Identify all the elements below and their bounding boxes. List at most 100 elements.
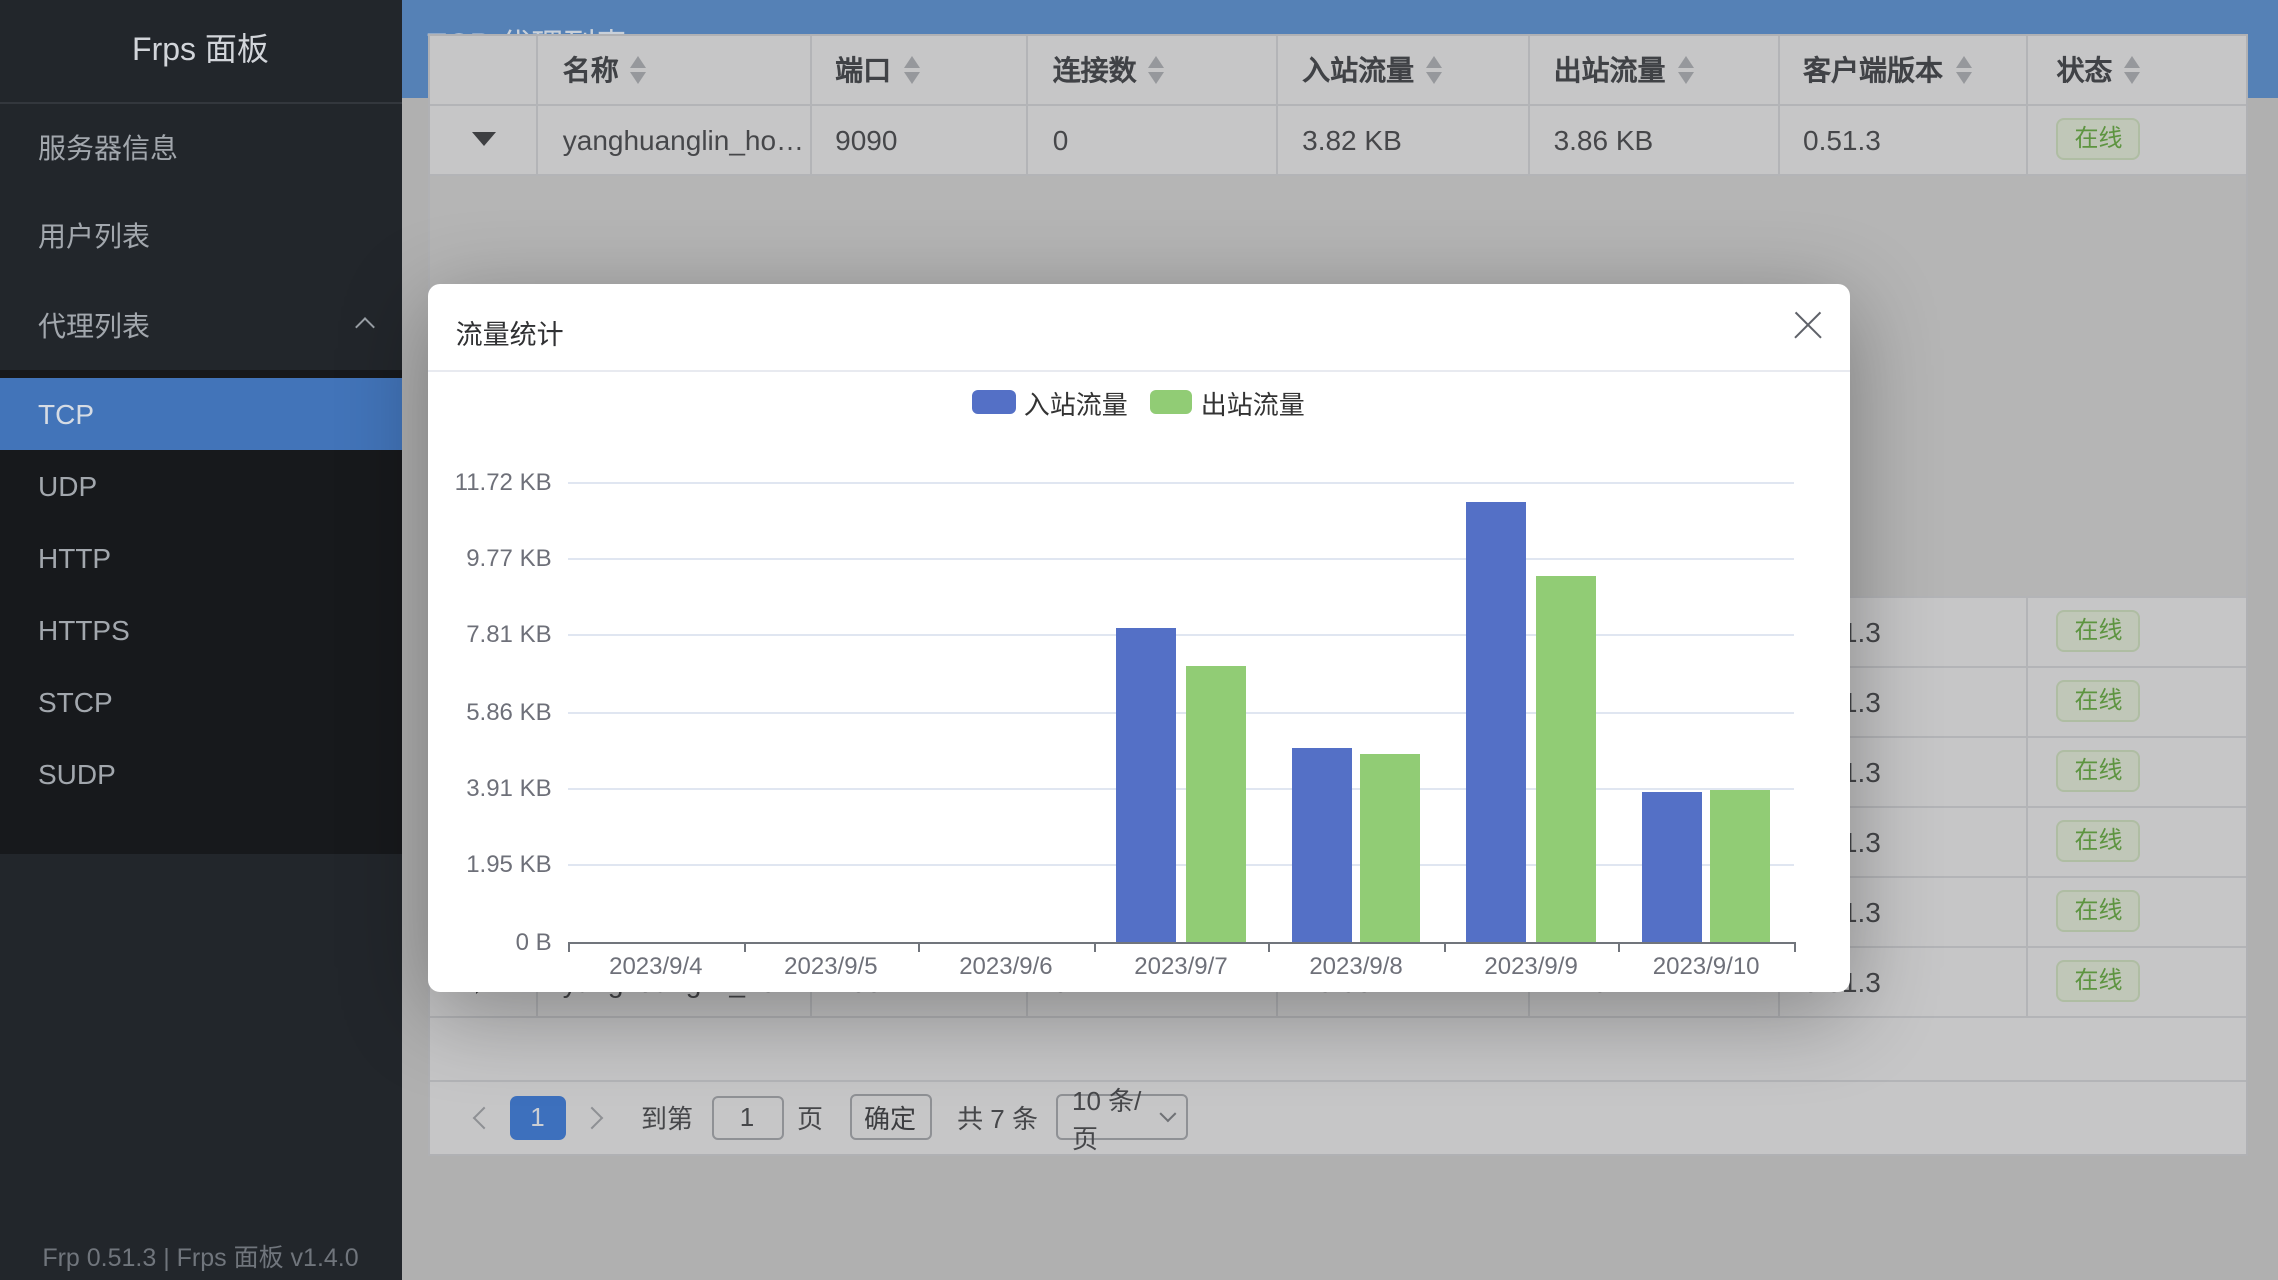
bar-出站流量-2023/9/8	[1360, 754, 1421, 942]
sidebar-item-http[interactable]: HTTP	[0, 522, 401, 594]
next-page-button[interactable]	[573, 1096, 617, 1140]
sidebar-item-label: 用户列表	[38, 220, 150, 252]
cell-status: 在线	[2028, 667, 2245, 735]
frps-dashboard: Frps 面板 服务器信息用户列表代理列表 TCPUDPHTTPHTTPSSTC…	[0, 0, 2278, 1280]
page-number-button[interactable]: 1	[510, 1096, 565, 1140]
cell-port: 9090	[811, 105, 1029, 174]
column-header-label: 客户端版本	[1803, 50, 1943, 90]
x-axis-label: 2023/9/10	[1619, 951, 1793, 979]
sort-caret-icon[interactable]	[1678, 55, 1694, 84]
table-row: yanghuanglin_ho…909003.82 KB3.86 KB0.51.…	[430, 105, 2245, 176]
sidebar-item-sudp[interactable]: SUDP	[0, 738, 401, 810]
confirm-button[interactable]: 确定	[849, 1095, 931, 1141]
column-header-label: 出站流量	[1554, 50, 1666, 90]
column-header-label: 状态	[2056, 50, 2112, 90]
sidebar-item-https[interactable]: HTTPS	[0, 594, 401, 666]
sidebar-item-stcp[interactable]: STCP	[0, 666, 401, 738]
cell-traffic-out: 3.86 KB	[1530, 105, 1779, 174]
sort-caret-icon[interactable]	[1955, 55, 1971, 84]
y-axis-label: 7.81 KB	[432, 623, 552, 647]
x-axis-line	[568, 942, 1795, 944]
status-badge: 在线	[2056, 750, 2140, 792]
y-gridline	[568, 558, 1793, 560]
status-badge: 在线	[2056, 680, 2140, 722]
bar-入站流量-2023/9/9	[1466, 502, 1527, 941]
table-header-row: 名称 端口 连接数 入站流量 出站流量 客户端版本 状态	[430, 36, 2245, 105]
column-header-label: 端口	[835, 50, 891, 90]
x-axis-label: 2023/9/7	[1094, 951, 1268, 979]
cell-name: yanghuanglin_ho…	[539, 105, 811, 174]
column-header-5[interactable]: 出站流量	[1530, 36, 1779, 103]
bar-出站流量-2023/9/10	[1710, 790, 1771, 942]
expand-cell	[430, 105, 539, 174]
cell-status: 在线	[2028, 737, 2245, 805]
expand-column-header	[430, 36, 539, 103]
y-axis-label: 9.77 KB	[432, 546, 552, 570]
sort-caret-icon[interactable]	[1149, 55, 1165, 84]
version-footer: Frp 0.51.3 | Frps 面板 v1.4.0	[0, 1236, 401, 1274]
x-axis-label: 2023/9/9	[1444, 951, 1618, 979]
sidebar-item-服务器信息[interactable]: 服务器信息	[0, 103, 401, 192]
x-axis-label: 2023/9/4	[569, 951, 743, 979]
sort-caret-icon[interactable]	[903, 55, 919, 84]
page-size-select[interactable]: 10 条/页	[1056, 1095, 1188, 1141]
column-header-6[interactable]: 客户端版本	[1779, 36, 2028, 103]
traffic-stats-dialog: 流量统计 入站流量出站流量 0 B1.95 KB3.91 KB5.86 KB7.…	[428, 283, 1850, 992]
y-axis-label: 1.95 KB	[432, 853, 552, 877]
sort-caret-icon[interactable]	[631, 55, 647, 84]
collapse-row-icon[interactable]	[471, 133, 495, 147]
bar-入站流量-2023/9/7	[1116, 628, 1177, 942]
cell-status: 在线	[2028, 877, 2245, 945]
column-header-4[interactable]: 入站流量	[1278, 36, 1529, 103]
column-header-3[interactable]: 连接数	[1029, 36, 1278, 103]
column-header-7[interactable]: 状态	[2028, 36, 2245, 103]
proxy-submenu: TCPUDPHTTPHTTPSSTCPSUDP	[0, 370, 401, 854]
status-badge: 在线	[2056, 961, 2140, 1003]
column-header-label: 连接数	[1053, 50, 1137, 90]
column-header-label: 名称	[563, 50, 619, 90]
y-gridline	[568, 481, 1793, 483]
sidebar-item-label: 代理列表	[38, 309, 150, 341]
sidebar-item-label: 服务器信息	[38, 131, 178, 163]
table-empty-space	[430, 1018, 2245, 1079]
y-gridline	[568, 865, 1793, 867]
chevron-up-icon	[354, 316, 374, 336]
sidebar-item-tcp[interactable]: TCP	[0, 378, 401, 450]
y-gridline	[568, 711, 1793, 713]
bar-出站流量-2023/9/7	[1185, 666, 1246, 942]
cell-traffic-in: 3.82 KB	[1278, 105, 1529, 174]
x-axis-label: 2023/9/6	[919, 951, 1093, 979]
cell-connections: 0	[1029, 105, 1278, 174]
column-header-label: 入站流量	[1302, 50, 1414, 90]
column-header-2[interactable]: 端口	[811, 36, 1029, 103]
x-axis-tick	[1794, 944, 1796, 953]
page-unit-label: 页	[797, 1099, 823, 1137]
sidebar-item-代理列表[interactable]: 代理列表	[0, 281, 401, 370]
goto-page-input[interactable]	[711, 1096, 783, 1140]
sort-caret-icon[interactable]	[2124, 55, 2140, 84]
status-badge: 在线	[2056, 610, 2140, 652]
bar-入站流量-2023/9/8	[1291, 748, 1352, 942]
bar-入站流量-2023/9/10	[1641, 791, 1702, 942]
status-badge: 在线	[2056, 119, 2140, 161]
prev-page-button[interactable]	[458, 1096, 502, 1140]
cell-status: 在线	[2028, 597, 2245, 665]
total-count-label: 共 7 条	[957, 1099, 1038, 1137]
sidebar-item-udp[interactable]: UDP	[0, 450, 401, 522]
y-axis-label: 5.86 KB	[432, 699, 552, 723]
sidebar: Frps 面板 服务器信息用户列表代理列表 TCPUDPHTTPHTTPSSTC…	[0, 0, 401, 1280]
status-badge: 在线	[2056, 820, 2140, 862]
cell-client-version: 0.51.3	[1779, 105, 2028, 174]
y-axis-label: 11.72 KB	[432, 469, 552, 493]
sidebar-item-用户列表[interactable]: 用户列表	[0, 192, 401, 281]
page-size-value: 10 条/页	[1072, 1080, 1163, 1156]
cell-status: 在线	[2028, 947, 2245, 1015]
y-axis-label: 3.91 KB	[432, 776, 552, 800]
status-badge: 在线	[2056, 890, 2140, 932]
chevron-left-icon	[472, 1106, 495, 1129]
chevron-right-icon	[581, 1106, 604, 1129]
cell-status: 在线	[2028, 105, 2245, 174]
column-header-1[interactable]: 名称	[539, 36, 811, 103]
sort-caret-icon[interactable]	[1426, 55, 1442, 84]
app-title: Frps 面板	[0, 0, 401, 103]
